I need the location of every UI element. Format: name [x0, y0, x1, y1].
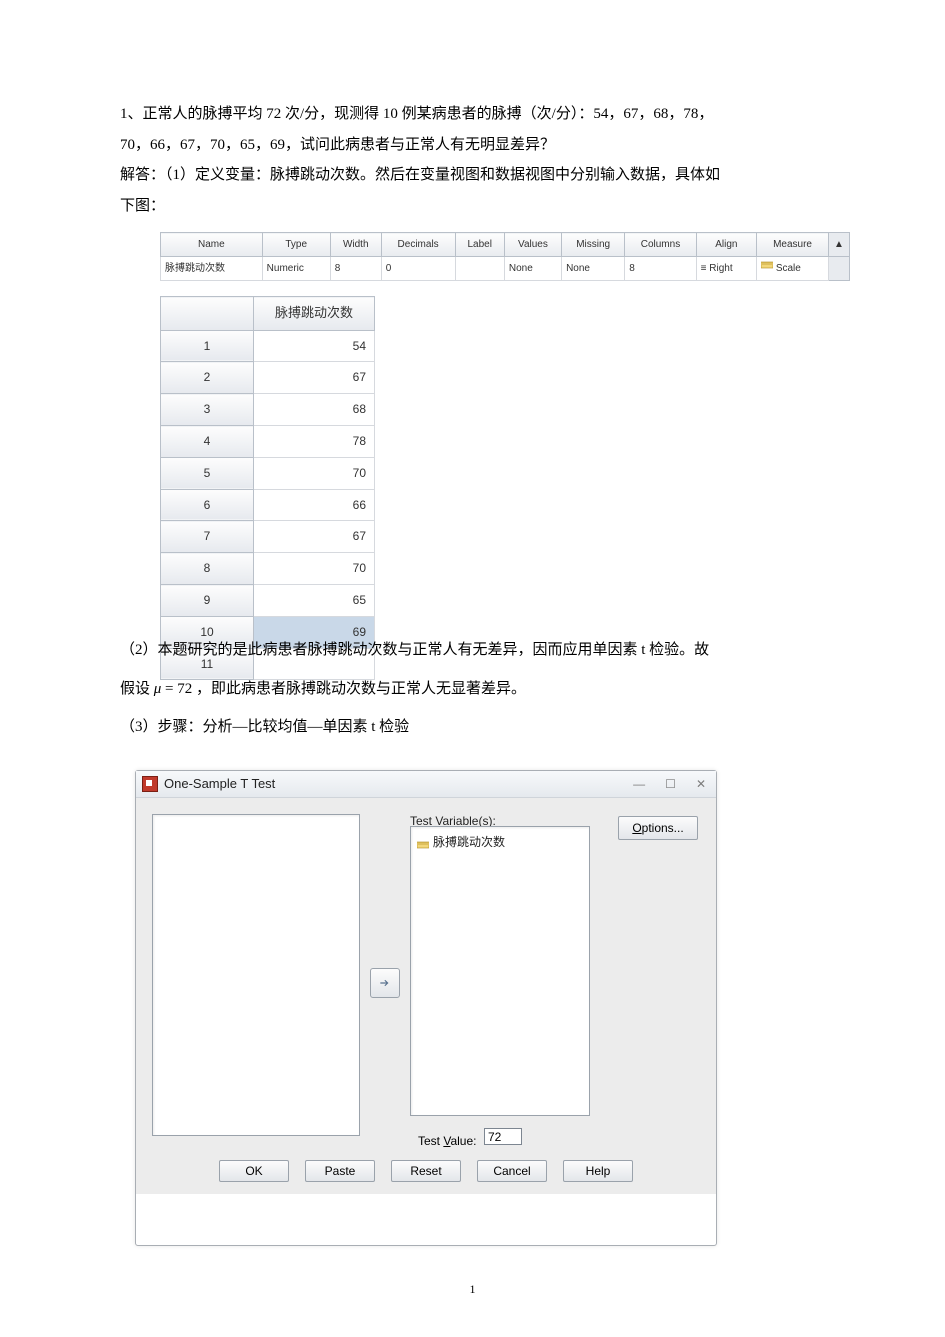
dv-row-idx[interactable]: 6 [161, 489, 254, 521]
vv-scroll-track[interactable] [829, 257, 850, 281]
vv-cell-measure-text: Scale [776, 263, 801, 274]
help-button[interactable]: Help [563, 1160, 633, 1182]
step2-line2: 假设 μ = 72 ，即此病患者脉搏跳动次数与正常人无显著差异。 [120, 675, 840, 704]
hypothesis-prefix: 假设 [120, 681, 154, 697]
dv-cell[interactable]: 67 [254, 521, 375, 553]
vv-hdr-values[interactable]: Values [504, 233, 561, 257]
dv-cell[interactable]: 65 [254, 585, 375, 617]
dv-cell[interactable]: 68 [254, 394, 375, 426]
cancel-button[interactable]: Cancel [477, 1160, 547, 1182]
close-icon[interactable]: ✕ [692, 773, 710, 796]
dv-cell[interactable]: 67 [254, 362, 375, 394]
dv-row-idx[interactable]: 5 [161, 457, 254, 489]
options-button[interactable]: Options... [618, 816, 698, 840]
vv-cell-columns[interactable]: 8 [625, 257, 696, 281]
vv-cell-name[interactable]: 脉搏跳动次数 [161, 257, 263, 281]
vv-cell-type[interactable]: Numeric [262, 257, 330, 281]
vv-cell-decimals[interactable]: 0 [381, 257, 455, 281]
vv-hdr-type[interactable]: Type [262, 233, 330, 257]
step2-line1: （2）本题研究的是此病患者脉搏跳动次数与正常人有无差异，因而应用单因素 t 检验… [120, 636, 840, 665]
source-variable-list[interactable] [152, 814, 360, 1136]
vv-hdr-width[interactable]: Width [330, 233, 381, 257]
test-value-input[interactable] [484, 1128, 522, 1145]
dv-row-idx[interactable]: 2 [161, 362, 254, 394]
dialog-title: One-Sample T Test [164, 772, 275, 797]
vv-hdr-columns[interactable]: Columns [625, 233, 696, 257]
vv-hdr-name[interactable]: Name [161, 233, 263, 257]
vv-hdr-decimals[interactable]: Decimals [381, 233, 455, 257]
dv-row-idx[interactable]: 8 [161, 553, 254, 585]
hypothesis-eq: = 72 [161, 681, 196, 697]
page-number: 1 [0, 1278, 945, 1301]
vv-cell-align[interactable]: ≡ Right [696, 257, 756, 281]
vv-hdr-measure[interactable]: Measure [757, 233, 829, 257]
reset-button[interactable]: Reset [391, 1160, 461, 1182]
ok-button[interactable]: OK [219, 1160, 289, 1182]
dv-row-idx[interactable]: 7 [161, 521, 254, 553]
paste-button[interactable]: Paste [305, 1160, 375, 1182]
variable-view: Name Type Width Decimals Label Values Mi… [160, 232, 850, 281]
answer-intro-line1: 解答：（1）定义变量：脉搏跳动次数。然后在变量视图和数据视图中分别输入数据，具体… [120, 161, 840, 190]
ruler-icon [761, 259, 773, 271]
dialog-titlebar[interactable]: One-Sample T Test — ☐ ✕ [136, 771, 716, 798]
dv-cell[interactable]: 70 [254, 457, 375, 489]
one-sample-t-test-dialog: One-Sample T Test — ☐ ✕ Test Variable(s)… [135, 770, 717, 1246]
test-variable-item[interactable]: 脉搏跳动次数 [417, 831, 583, 854]
vv-scroll-up-icon[interactable]: ▲ [829, 233, 850, 257]
vv-cell-label[interactable] [455, 257, 504, 281]
vv-hdr-label[interactable]: Label [455, 233, 504, 257]
vv-hdr-align[interactable]: Align [696, 233, 756, 257]
dv-corner [161, 297, 254, 331]
answer-intro-line2: 下图： [120, 192, 840, 221]
dv-cell[interactable]: 70 [254, 553, 375, 585]
dv-row-idx[interactable]: 3 [161, 394, 254, 426]
dv-row-idx[interactable]: 4 [161, 426, 254, 458]
spss-app-icon [142, 776, 158, 792]
dv-row-idx[interactable]: 1 [161, 330, 254, 362]
question-line1: 1、正常人的脉搏平均 72 次/分，现测得 10 例某病患者的脉搏（次/分）：5… [120, 100, 840, 129]
dv-col-header[interactable]: 脉搏跳动次数 [254, 297, 375, 331]
move-right-button[interactable] [370, 968, 400, 998]
vv-cell-values[interactable]: None [504, 257, 561, 281]
vv-hdr-missing[interactable]: Missing [562, 233, 625, 257]
minimize-icon[interactable]: — [629, 773, 649, 796]
vv-cell-missing[interactable]: None [562, 257, 625, 281]
vv-cell-width[interactable]: 8 [330, 257, 381, 281]
arrow-right-icon [378, 976, 392, 990]
test-variable-item-label: 脉搏跳动次数 [433, 831, 505, 854]
vv-cell-measure[interactable]: Scale [757, 257, 829, 281]
data-view: 脉搏跳动次数 154 267 368 478 570 666 767 870 9… [160, 296, 375, 680]
maximize-icon[interactable]: ☐ [661, 773, 680, 796]
ruler-icon [417, 836, 429, 848]
dv-row-idx[interactable]: 9 [161, 585, 254, 617]
test-value-label: Test Value: [418, 1130, 477, 1153]
dv-cell[interactable]: 54 [254, 330, 375, 362]
hypothesis-post: ，即此病患者脉搏跳动次数与正常人无显著差异。 [196, 681, 526, 697]
dv-cell[interactable]: 66 [254, 489, 375, 521]
question-line2: 70，66，67，70，65，69，试问此病患者与正常人有无明显差异？ [120, 131, 840, 160]
step3: （3）步骤：分析—比较均值—单因素 t 检验 [120, 713, 840, 742]
test-variables-list[interactable]: 脉搏跳动次数 [410, 826, 590, 1116]
dv-cell[interactable]: 78 [254, 426, 375, 458]
